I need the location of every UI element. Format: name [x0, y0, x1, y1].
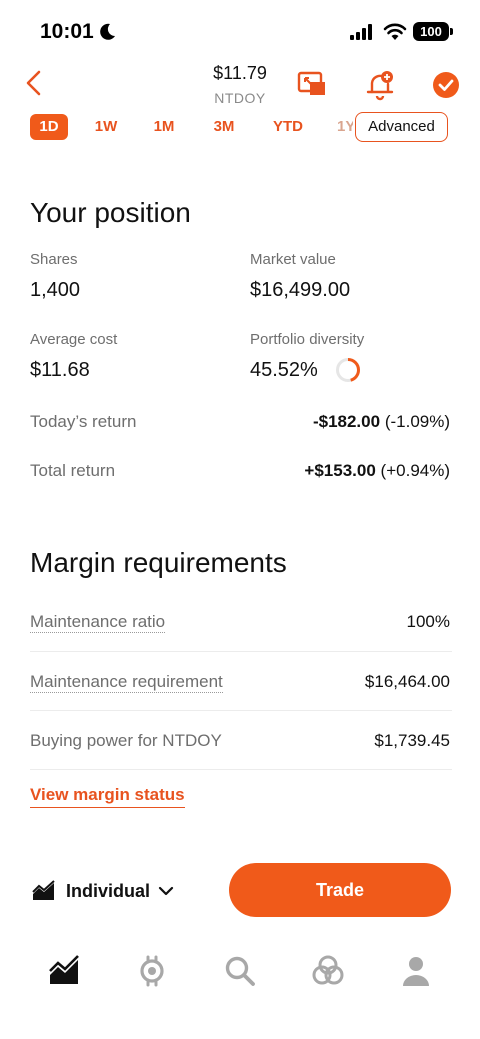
header-quote: $11.79 NTDOY — [190, 63, 290, 106]
profile-icon[interactable] — [398, 953, 434, 989]
account-name: Individual — [66, 880, 151, 901]
chart-icon[interactable] — [46, 953, 82, 989]
chart-area-icon — [32, 880, 55, 900]
market-value: $16,499.00 — [250, 279, 351, 301]
status-bar: 10:01 100 — [0, 0, 480, 60]
range-tab-1w[interactable]: 1W — [88, 114, 124, 140]
range-tab-1m[interactable]: 1M — [146, 114, 182, 140]
divider — [30, 651, 452, 652]
watchlist-check-icon[interactable] — [429, 68, 463, 102]
buying-power-label: Buying power for NTDOY — [30, 731, 222, 750]
portfolio-diversity-value: 45.52% — [250, 359, 318, 381]
network-icon[interactable] — [310, 953, 346, 989]
average-cost-label: Average cost — [30, 331, 118, 348]
crypto-icon[interactable] — [134, 953, 170, 989]
maintenance-ratio-label[interactable]: Maintenance ratio — [30, 612, 166, 633]
maintenance-ratio-label-text[interactable]: Maintenance ratio — [30, 612, 166, 633]
range-tabs: 1D 1W 1M 3M YTD 1Y Advanced — [0, 110, 480, 144]
search-icon[interactable] — [222, 953, 258, 989]
total-return-percent: (+0.94%) — [380, 461, 450, 480]
maintenance-requirement-label-text[interactable]: Maintenance requirement — [30, 672, 223, 693]
diversity-ring-icon — [336, 358, 360, 382]
total-return-label: Total return — [30, 461, 116, 480]
header-symbol: NTDOY — [214, 90, 266, 106]
portfolio-diversity-label: Portfolio diversity — [250, 331, 365, 348]
home-indicator — [173, 1023, 307, 1028]
range-tab-1d[interactable]: 1D — [30, 114, 68, 140]
trade-button[interactable]: Trade — [229, 863, 451, 917]
account-selector[interactable]: Individual — [32, 875, 174, 907]
signal-icon — [350, 24, 372, 40]
range-tab-3m[interactable]: 3M — [206, 114, 242, 140]
chevron-down-icon — [158, 886, 174, 896]
total-return-value: +$153.00 (+0.94%) — [304, 461, 450, 481]
maintenance-requirement-value: $16,464.00 — [364, 672, 450, 691]
divider — [30, 769, 452, 770]
maintenance-requirement-label[interactable]: Maintenance requirement — [30, 672, 223, 693]
range-tab-ytd[interactable]: YTD — [266, 114, 310, 140]
divider — [30, 710, 452, 711]
market-value-label: Market value — [250, 251, 336, 268]
todays-return-amount: -$182.00 — [312, 412, 381, 431]
shares-value: 1,400 — [30, 279, 81, 301]
total-return-amount: +$153.00 — [304, 461, 376, 480]
maintenance-ratio-value: 100% — [406, 612, 450, 631]
shares-label: Shares — [30, 251, 78, 268]
todays-return-percent: (-1.09%) — [384, 412, 450, 431]
buying-power-value: $1,739.45 — [374, 731, 450, 750]
header: $11.79 NTDOY — [0, 60, 480, 110]
battery-indicator: 100 — [413, 22, 449, 41]
position-title: Your position — [30, 197, 191, 228]
status-time: 10:01 — [40, 20, 94, 43]
back-button[interactable] — [22, 68, 46, 98]
add-alert-bell-icon[interactable] — [363, 68, 397, 102]
battery-tip — [450, 28, 453, 35]
moon-icon — [100, 23, 115, 40]
margin-title: Margin requirements — [30, 547, 287, 578]
todays-return-label: Today’s return — [30, 412, 137, 431]
view-margin-status-link[interactable]: View margin status — [30, 785, 185, 808]
picture-in-picture-icon[interactable] — [296, 68, 330, 102]
header-price: $11.79 — [213, 63, 267, 83]
range-tab-1y[interactable]: 1Y — [337, 114, 353, 140]
advanced-button[interactable]: Advanced — [355, 112, 448, 142]
average-cost-value: $11.68 — [30, 359, 90, 381]
bottom-nav — [0, 945, 480, 995]
wifi-icon — [383, 23, 407, 40]
todays-return-value: -$182.00 (-1.09%) — [313, 412, 450, 432]
